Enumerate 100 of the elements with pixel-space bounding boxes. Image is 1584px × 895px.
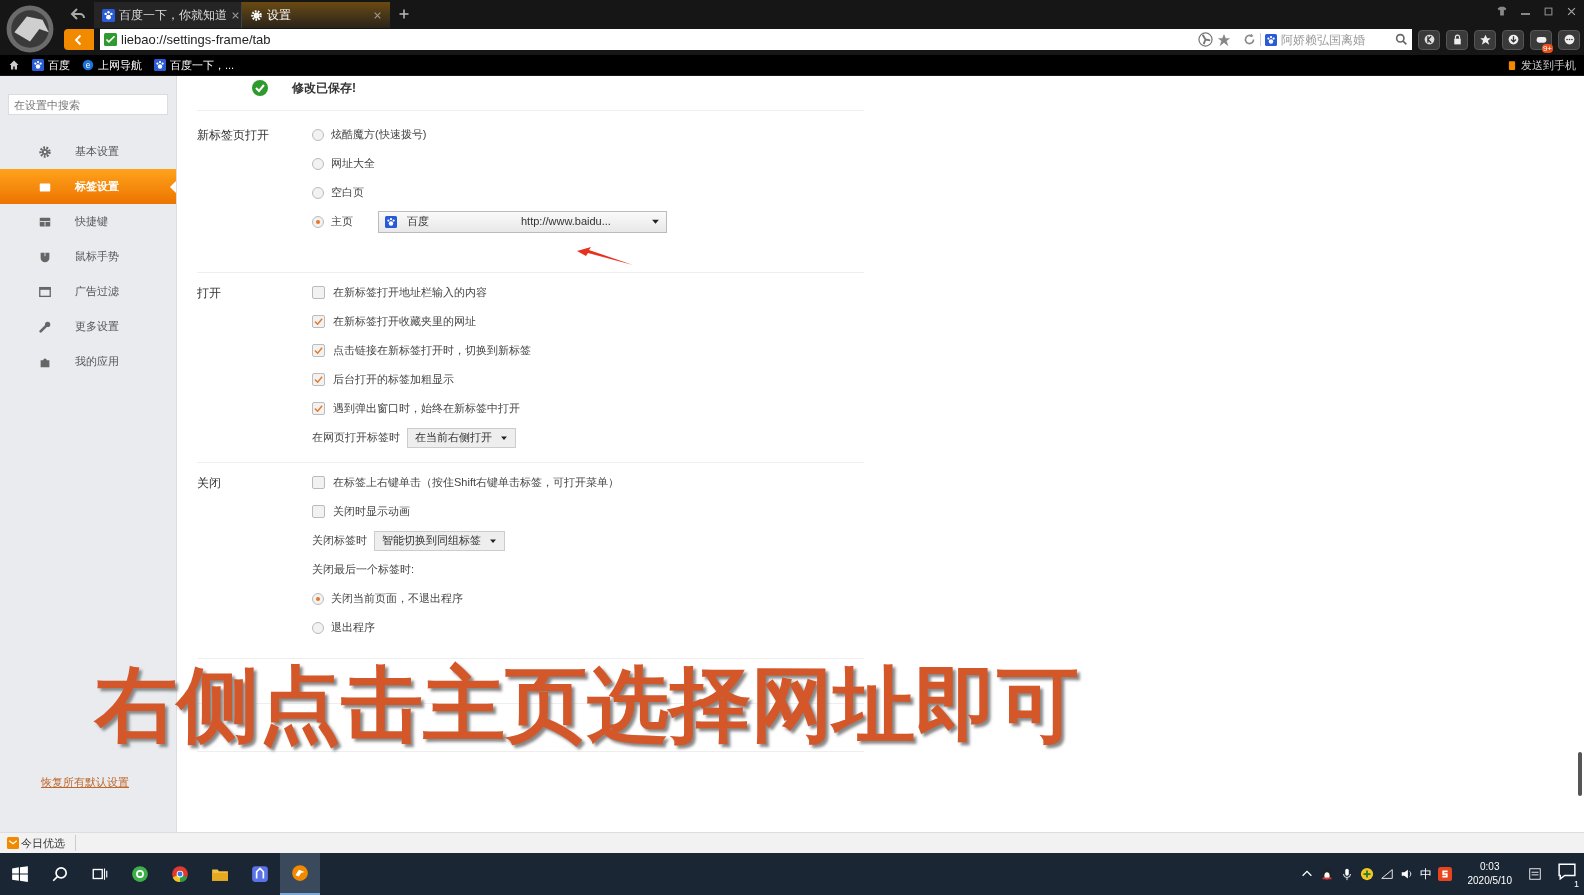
- plus-circle-icon: [1359, 867, 1374, 881]
- minimize-icon: [1521, 13, 1530, 15]
- keyboard-icon: [1528, 867, 1542, 881]
- radio-button[interactable]: [312, 128, 324, 141]
- radio-button[interactable]: [312, 157, 324, 170]
- chrome-icon: [171, 865, 189, 883]
- checkbox[interactable]: [312, 373, 325, 386]
- option-label: 后台打开的标签加粗显示: [333, 372, 454, 388]
- search-icon: [1395, 33, 1408, 46]
- option-label: 退出程序: [331, 620, 375, 636]
- fan-icon: [1198, 32, 1213, 47]
- back-icon: [70, 6, 86, 22]
- e-icon: e: [82, 59, 94, 71]
- checkbox[interactable]: [312, 286, 325, 299]
- radio-button[interactable]: [312, 215, 324, 228]
- star-icon: [1478, 33, 1492, 46]
- option-label: 遇到弹出窗口时，始终在新标签中打开: [333, 401, 520, 417]
- section-label: 新标签页打开: [197, 127, 270, 144]
- toolbar-button[interactable]: [1474, 29, 1496, 50]
- bookmark-link[interactable]: 百度一下，...: [154, 56, 235, 74]
- plus-icon: [398, 8, 410, 20]
- window-icon: [38, 284, 52, 299]
- check-circle-icon: [252, 80, 268, 96]
- checkbox[interactable]: [312, 505, 325, 518]
- toolbar-button[interactable]: [1558, 29, 1580, 50]
- section-label: 关闭: [197, 475, 222, 492]
- toolbar-button[interactable]: [1418, 29, 1440, 50]
- restore-defaults-link[interactable]: 恢复所有默认设置: [41, 773, 176, 790]
- sidebar-item[interactable]: 广告过滤: [0, 274, 176, 309]
- task-view-icon: [91, 865, 109, 883]
- maximize-icon: [1544, 6, 1553, 16]
- gear-icon: [250, 8, 263, 22]
- paw-icon: [32, 59, 44, 71]
- wrench-icon: [38, 319, 52, 334]
- bookmark-link[interactable]: e 上网导航: [82, 56, 142, 74]
- option-label: 关闭当前页面，不退出程序: [331, 591, 463, 607]
- close-icon: [373, 10, 382, 20]
- reload-icon: [1243, 33, 1256, 46]
- option-label: 炫酷魔方(快速拨号): [331, 127, 427, 143]
- sidebar-item[interactable]: 我的应用: [0, 344, 176, 379]
- search-field[interactable]: 阿娇赖弘国离婚: [1281, 30, 1391, 49]
- back-button[interactable]: [64, 29, 94, 50]
- checkbox[interactable]: [312, 344, 325, 357]
- radio-button[interactable]: [312, 592, 324, 605]
- toolbar-button[interactable]: [1502, 29, 1524, 50]
- clock-date: 2020/5/10: [1467, 874, 1512, 888]
- browser-tab[interactable]: 设置: [242, 2, 390, 28]
- input-method-indicator[interactable]: 中: [1419, 865, 1432, 883]
- option-label: 在新标签打开地址栏输入的内容: [333, 285, 487, 301]
- radio-button[interactable]: [312, 621, 324, 634]
- status-bar-link[interactable]: 今日优选: [21, 834, 76, 852]
- checkbox[interactable]: [312, 315, 325, 328]
- shirt-icon: [1497, 6, 1507, 16]
- check-icon: [104, 33, 117, 46]
- dropdown[interactable]: 在当前右侧打开: [407, 427, 516, 448]
- notification-count: 1: [1574, 878, 1579, 889]
- close-icon: [231, 10, 240, 20]
- option-label: 关闭时显示动画: [333, 504, 410, 520]
- speaker-icon: [1399, 867, 1414, 881]
- settings-search-field[interactable]: 在设置中搜索: [8, 94, 168, 115]
- send-to-phone-link[interactable]: 发送到手机: [1507, 56, 1576, 74]
- option-label: 关闭最后一个标签时:: [312, 562, 415, 578]
- option-label: 点击链接在新标签打开时，切换到新标签: [333, 343, 531, 359]
- option-label: 在标签上右键单击（按住Shift右键单击标签，可打开菜单）: [333, 475, 619, 491]
- paw-icon: [102, 8, 115, 22]
- gift-icon: [7, 837, 19, 849]
- dropdown[interactable]: 智能切换到同组标签: [374, 530, 505, 551]
- app-icon: [251, 865, 269, 883]
- sidebar-item[interactable]: 快捷键: [0, 204, 176, 239]
- clock-time: 0:03: [1480, 860, 1500, 874]
- notification-icon: [1558, 861, 1576, 880]
- dropdown-label: 在网页打开标签时: [312, 430, 400, 446]
- checkbox[interactable]: [312, 402, 325, 415]
- download-icon: [1506, 33, 1520, 46]
- toolbar-button[interactable]: 9+: [1530, 29, 1552, 50]
- caret-icon: [651, 217, 660, 226]
- search-icon: [51, 865, 69, 883]
- dropdown-label: 关闭标签时: [312, 533, 367, 549]
- paw-icon: [1265, 33, 1277, 46]
- option-label: 主页: [331, 214, 353, 230]
- close-icon: [1567, 6, 1576, 16]
- option-label: 在新标签打开收藏夹里的网址: [333, 314, 476, 330]
- sidebar-item[interactable]: 更多设置: [0, 309, 176, 344]
- bookmark-link[interactable]: 百度: [32, 56, 70, 74]
- option-label: 网址大全: [331, 156, 375, 172]
- more-icon: [1562, 33, 1576, 46]
- home-icon: [8, 59, 20, 71]
- browser-tab[interactable]: 百度一下，你就知道: [94, 2, 242, 28]
- option-label: 空白页: [331, 185, 364, 201]
- address-bar[interactable]: liebao://settings-frame/tab 阿娇赖弘国离婚: [100, 29, 1412, 50]
- homepage-dropdown[interactable]: 百度 http://www.baidu...: [378, 210, 667, 233]
- gear-icon: [38, 144, 52, 159]
- notification-badge: 9+: [1541, 43, 1553, 53]
- checkbox[interactable]: [312, 476, 325, 489]
- sidebar-item[interactable]: 鼠标手势: [0, 239, 176, 274]
- toolbar-button[interactable]: [1446, 29, 1468, 50]
- scrollbar-thumb[interactable]: [1578, 752, 1582, 796]
- sidebar-item[interactable]: 基本设置: [0, 134, 176, 169]
- radio-button[interactable]: [312, 186, 324, 199]
- paw-icon: [385, 215, 397, 228]
